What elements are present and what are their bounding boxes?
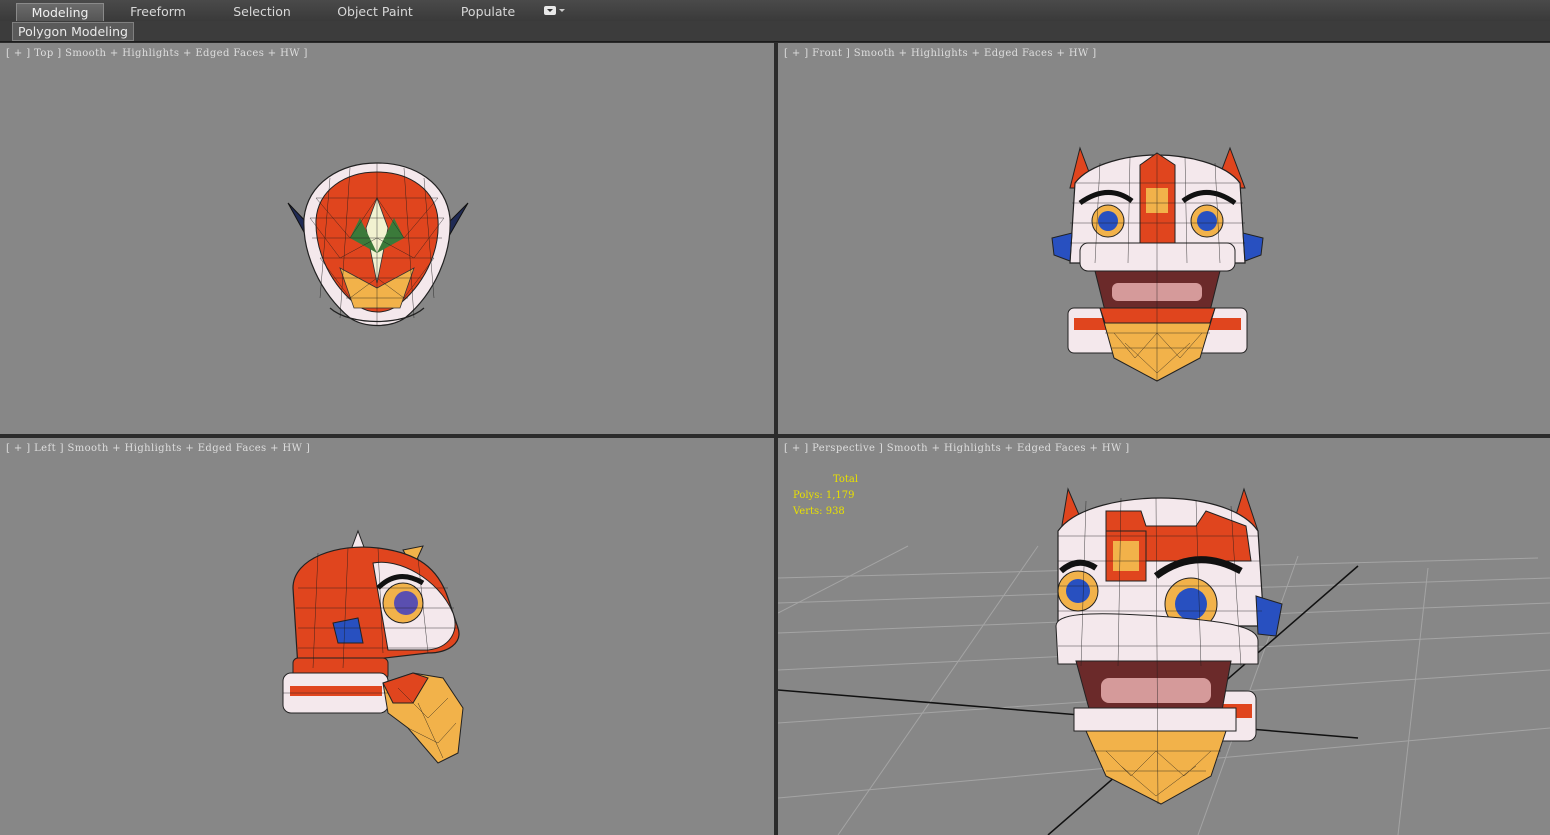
viewport-left[interactable]: [ + ] Left ] Smooth + Highlights + Edged…: [0, 438, 774, 835]
tab-freeform[interactable]: Freeform: [118, 3, 198, 20]
viewport-label-top[interactable]: [ + ] Top ] Smooth + Highlights + Edged …: [6, 48, 308, 59]
ribbon-options-dropdown-icon[interactable]: [544, 6, 566, 17]
lion-head-model-side-view[interactable]: [278, 528, 468, 768]
tab-selection[interactable]: Selection: [222, 3, 302, 20]
tab-object-paint[interactable]: Object Paint: [330, 3, 420, 20]
ribbon-panel-bar: Polygon Modeling: [0, 21, 1550, 42]
lion-head-model-perspective-view[interactable]: [1046, 486, 1286, 806]
tab-populate[interactable]: Populate: [450, 3, 526, 20]
viewport-label-front[interactable]: [ + ] Front ] Smooth + Highlights + Edge…: [784, 48, 1097, 59]
viewport-perspective[interactable]: [ + ] Perspective ] Smooth + Highlights …: [778, 438, 1550, 835]
polygon-modeling-panel-button[interactable]: Polygon Modeling: [12, 22, 134, 41]
viewport-label-left[interactable]: [ + ] Left ] Smooth + Highlights + Edged…: [6, 443, 310, 454]
ribbon-tab-bar: Modeling Freeform Selection Object Paint…: [0, 0, 1550, 22]
viewport-front[interactable]: [ + ] Front ] Smooth + Highlights + Edge…: [778, 43, 1550, 434]
viewport-top[interactable]: [ + ] Top ] Smooth + Highlights + Edged …: [0, 43, 774, 434]
tab-modeling[interactable]: Modeling: [16, 3, 104, 21]
lion-head-model-front-view[interactable]: [1050, 143, 1265, 388]
lion-head-model-top-view[interactable]: [280, 158, 475, 333]
